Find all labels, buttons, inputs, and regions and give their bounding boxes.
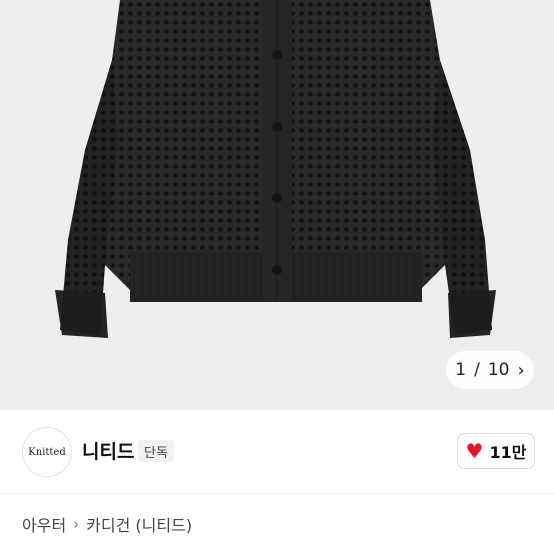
shop-logo-text: Knitted	[28, 446, 66, 458]
product-image	[55, 0, 496, 338]
image-counter-current: 1	[455, 360, 467, 380]
heart-icon: ♥	[465, 439, 484, 463]
like-count: 11만	[489, 443, 527, 462]
image-counter-total: 10	[487, 360, 510, 380]
like-button[interactable]: ♥ 11만	[457, 433, 535, 469]
breadcrumb: 아우터 › 카디건 (니티드)	[22, 512, 192, 536]
exclusive-badge-label: 단독	[144, 445, 168, 461]
shop-logo[interactable]: Knitted	[22, 427, 72, 477]
divider	[0, 493, 554, 494]
image-counter[interactable]: 1 / 10 ›	[446, 351, 534, 389]
exclusive-badge: 단독	[138, 440, 174, 462]
image-counter-separator: /	[474, 360, 480, 380]
chevron-right-icon[interactable]: ›	[518, 360, 525, 381]
product-image-gallery[interactable]: 1 / 10 ›	[0, 0, 554, 410]
chevron-right-icon: ›	[73, 515, 80, 533]
breadcrumb-item-cardigan[interactable]: 카디건 (니티드)	[86, 512, 192, 536]
shop-name[interactable]: 니티드	[82, 437, 134, 464]
breadcrumb-item-outer[interactable]: 아우터	[22, 512, 66, 536]
